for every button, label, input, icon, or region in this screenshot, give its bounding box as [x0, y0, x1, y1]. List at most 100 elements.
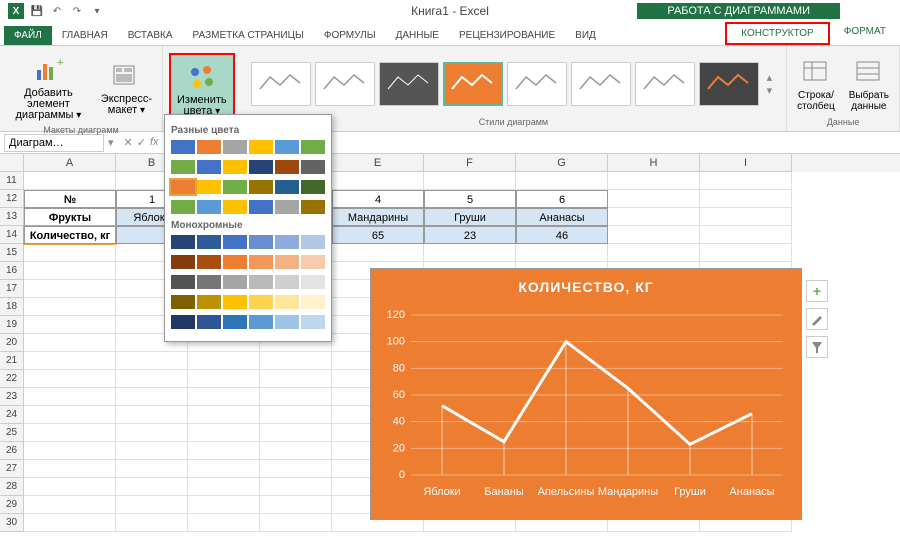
- cell-A13[interactable]: Фрукты: [24, 208, 116, 226]
- color-swatch[interactable]: [249, 235, 273, 249]
- color-swatch[interactable]: [197, 140, 221, 154]
- change-colors-dropdown[interactable]: Разные цвета Монохромные: [164, 114, 332, 342]
- cell-H11[interactable]: [608, 172, 700, 190]
- color-swatch[interactable]: [223, 140, 247, 154]
- cell-C21[interactable]: [188, 352, 260, 370]
- cell-C25[interactable]: [188, 424, 260, 442]
- col-header-E[interactable]: E: [332, 154, 424, 172]
- cell-E15[interactable]: [332, 244, 424, 262]
- cancel-icon[interactable]: ✕: [124, 136, 133, 149]
- color-swatch[interactable]: [275, 235, 299, 249]
- cell-B30[interactable]: [116, 514, 188, 532]
- cell-A17[interactable]: [24, 280, 116, 298]
- select-data-button[interactable]: Выбрать данные: [845, 52, 893, 116]
- color-swatch[interactable]: [301, 140, 325, 154]
- color-swatch[interactable]: [275, 140, 299, 154]
- chart-title[interactable]: КОЛИЧЕСТВО, КГ: [371, 269, 801, 305]
- cell-D29[interactable]: [260, 496, 332, 514]
- cell-H13[interactable]: [608, 208, 700, 226]
- row-header-27[interactable]: 27: [0, 460, 24, 478]
- cell-F13[interactable]: Груши: [424, 208, 516, 226]
- cell-H12[interactable]: [608, 190, 700, 208]
- color-swatch[interactable]: [197, 275, 221, 289]
- color-swatch[interactable]: [197, 160, 221, 174]
- color-swatch[interactable]: [249, 180, 273, 194]
- cell-I11[interactable]: [700, 172, 792, 190]
- cell-C27[interactable]: [188, 460, 260, 478]
- col-header-I[interactable]: I: [700, 154, 792, 172]
- color-swatch[interactable]: [275, 200, 299, 214]
- cell-C22[interactable]: [188, 370, 260, 388]
- cell-A21[interactable]: [24, 352, 116, 370]
- cell-A28[interactable]: [24, 478, 116, 496]
- fx-icon[interactable]: fx: [150, 136, 159, 149]
- cell-A14[interactable]: Количество, кг: [24, 226, 116, 244]
- chart-style-8[interactable]: [699, 62, 759, 106]
- color-swatch[interactable]: [197, 295, 221, 309]
- cell-B29[interactable]: [116, 496, 188, 514]
- row-header-26[interactable]: 26: [0, 442, 24, 460]
- cell-D21[interactable]: [260, 352, 332, 370]
- cell-D25[interactable]: [260, 424, 332, 442]
- row-header-12[interactable]: 12: [0, 190, 24, 208]
- cell-F12[interactable]: 5: [424, 190, 516, 208]
- color-swatch[interactable]: [249, 140, 273, 154]
- color-swatch[interactable]: [275, 295, 299, 309]
- row-header-15[interactable]: 15: [0, 244, 24, 262]
- redo-icon[interactable]: ↷: [70, 4, 84, 18]
- chart-style-3[interactable]: [379, 62, 439, 106]
- color-swatch[interactable]: [301, 295, 325, 309]
- color-swatch[interactable]: [249, 160, 273, 174]
- cell-A18[interactable]: [24, 298, 116, 316]
- cell-F15[interactable]: [424, 244, 516, 262]
- cell-A25[interactable]: [24, 424, 116, 442]
- styles-more-button[interactable]: ▴▾: [763, 71, 777, 97]
- chart-plot-area[interactable]: 020406080100120ЯблокиБананыАпельсиныМанд…: [371, 305, 801, 505]
- color-swatch[interactable]: [223, 275, 247, 289]
- col-header-F[interactable]: F: [424, 154, 516, 172]
- col-header-A[interactable]: A: [24, 154, 116, 172]
- chart-styles-button[interactable]: [806, 308, 828, 330]
- chart-style-5[interactable]: [507, 62, 567, 106]
- quick-layout-button[interactable]: Экспресс-макет ▾: [97, 56, 156, 120]
- color-swatch[interactable]: [171, 235, 195, 249]
- row-header-20[interactable]: 20: [0, 334, 24, 352]
- cell-A12[interactable]: №: [24, 190, 116, 208]
- tab-review[interactable]: РЕЦЕНЗИРОВАНИЕ: [449, 26, 565, 45]
- cell-A15[interactable]: [24, 244, 116, 262]
- color-swatch[interactable]: [223, 160, 247, 174]
- color-swatch[interactable]: [249, 295, 273, 309]
- color-swatch[interactable]: [171, 160, 195, 174]
- cell-B24[interactable]: [116, 406, 188, 424]
- cell-B25[interactable]: [116, 424, 188, 442]
- cell-I13[interactable]: [700, 208, 792, 226]
- color-swatch[interactable]: [275, 315, 299, 329]
- cell-I14[interactable]: [700, 226, 792, 244]
- col-header-H[interactable]: H: [608, 154, 700, 172]
- cell-B23[interactable]: [116, 388, 188, 406]
- tab-home[interactable]: ГЛАВНАЯ: [52, 26, 118, 45]
- chart-styles-gallery[interactable]: ▴▾: [247, 50, 781, 117]
- row-header-18[interactable]: 18: [0, 298, 24, 316]
- qat-more-icon[interactable]: ▾: [90, 4, 104, 18]
- enter-icon[interactable]: ✓: [137, 136, 146, 149]
- color-swatch[interactable]: [171, 315, 195, 329]
- tab-file[interactable]: ФАЙЛ: [4, 26, 52, 45]
- cell-A30[interactable]: [24, 514, 116, 532]
- chart-style-6[interactable]: [571, 62, 631, 106]
- cell-A22[interactable]: [24, 370, 116, 388]
- cell-A27[interactable]: [24, 460, 116, 478]
- color-swatch[interactable]: [197, 235, 221, 249]
- tab-format[interactable]: ФОРМАТ: [830, 22, 900, 45]
- color-swatch[interactable]: [171, 255, 195, 269]
- color-swatch[interactable]: [275, 180, 299, 194]
- name-box[interactable]: [4, 134, 104, 152]
- color-swatch[interactable]: [197, 315, 221, 329]
- cell-B26[interactable]: [116, 442, 188, 460]
- color-swatch[interactable]: [249, 255, 273, 269]
- row-header-19[interactable]: 19: [0, 316, 24, 334]
- row-header-29[interactable]: 29: [0, 496, 24, 514]
- color-swatch[interactable]: [171, 200, 195, 214]
- row-header-14[interactable]: 14: [0, 226, 24, 244]
- color-swatch[interactable]: [223, 180, 247, 194]
